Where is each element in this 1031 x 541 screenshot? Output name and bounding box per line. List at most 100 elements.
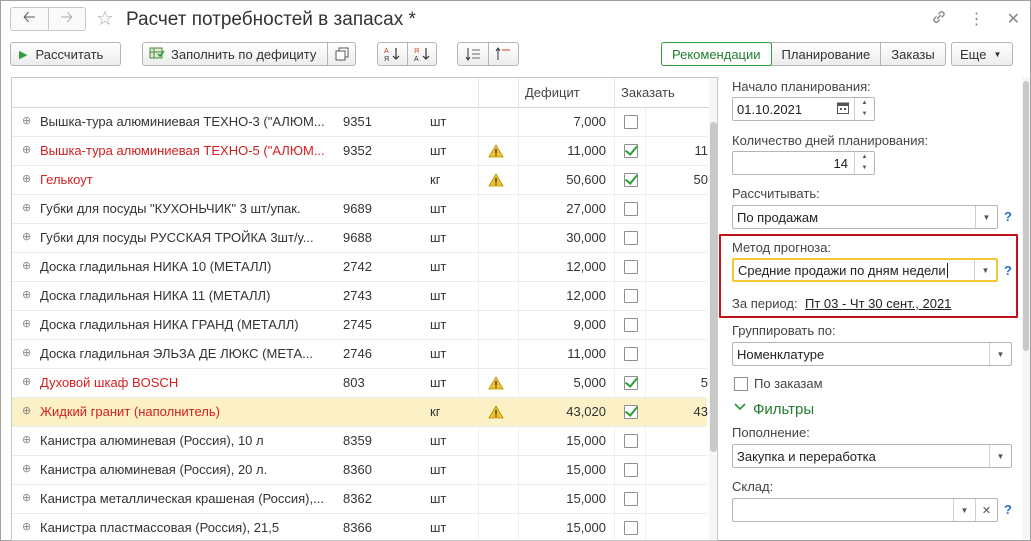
order-checkbox[interactable] bbox=[624, 463, 638, 477]
item-deficit: 50,600 bbox=[566, 172, 606, 187]
fill-deficit-group: Заполнить по дефициту bbox=[142, 42, 356, 66]
chevron-down-icon[interactable] bbox=[734, 402, 746, 415]
tab-recommendations[interactable]: Рекомендации bbox=[661, 42, 772, 66]
chevron-down-icon[interactable]: ▼ bbox=[975, 206, 997, 228]
order-checkbox[interactable] bbox=[624, 318, 638, 332]
table-row[interactable]: ⊕ Канистра металлическая крашеная (Россия… bbox=[12, 485, 707, 514]
expand-icon[interactable]: ⊕ bbox=[22, 203, 31, 214]
order-checkbox[interactable] bbox=[624, 521, 638, 535]
calendar-icon[interactable] bbox=[837, 101, 849, 117]
order-checkbox[interactable] bbox=[624, 144, 638, 158]
help-icon[interactable]: ? bbox=[1004, 263, 1012, 278]
table-row[interactable]: ⊕ Губки для посуды "КУХОНЬЧИК" 3 шт/упак.… bbox=[12, 195, 707, 224]
expand-icon[interactable]: ⊕ bbox=[22, 377, 31, 388]
table-scrollbar[interactable] bbox=[709, 78, 717, 540]
more-vertical-icon[interactable]: ⋮ bbox=[969, 9, 985, 30]
order-checkbox[interactable] bbox=[624, 434, 638, 448]
item-name: Губки для посуды "КУХОНЬЧИК" 3 шт/упак. bbox=[40, 201, 301, 216]
header-deficit[interactable]: Дефицит bbox=[518, 78, 614, 108]
table-row[interactable]: ⊕ Доска гладильная НИКА 11 (МЕТАЛЛ) 2743 шт… bbox=[12, 282, 707, 311]
sort-ascending-icon[interactable]: AЯ bbox=[378, 43, 407, 65]
svg-text:Я: Я bbox=[414, 48, 419, 55]
table-row[interactable]: ⊕ Канистра алюминевая (Россия), 10 л 8359 ш… bbox=[12, 427, 707, 456]
fill-deficit-button[interactable]: Заполнить по дефициту bbox=[143, 43, 327, 65]
table-row[interactable]: ⊕ Доска гладильная ЭЛЬЗА ДЕ ЛЮКС (МЕТА...… bbox=[12, 340, 707, 369]
order-checkbox[interactable] bbox=[624, 347, 638, 361]
order-checkbox[interactable] bbox=[624, 376, 638, 390]
tab-planning[interactable]: Планирование bbox=[770, 43, 881, 65]
table-row[interactable]: ⊕ Жидкий гранит (наполнитель) кг 43,020 43 bbox=[12, 398, 708, 427]
link-icon[interactable] bbox=[931, 9, 947, 30]
forecast-method-select[interactable]: Средние продажи по дням недели ▼ bbox=[732, 258, 998, 282]
table-scrollbar-thumb[interactable] bbox=[710, 122, 717, 452]
expand-icon[interactable]: ⊕ bbox=[22, 464, 31, 475]
sort-descending-icon[interactable]: ЯA bbox=[406, 43, 436, 65]
expand-icon[interactable]: ⊕ bbox=[22, 290, 31, 301]
table-row[interactable]: ⊕ Доска гладильная НИКА ГРАНД (МЕТАЛЛ) 274… bbox=[12, 311, 707, 340]
order-checkbox[interactable] bbox=[624, 492, 638, 506]
expand-icon[interactable]: ⊕ bbox=[22, 174, 31, 185]
clear-icon[interactable]: ✕ bbox=[975, 499, 997, 521]
start-date-field[interactable]: 01.10.2021 ▲ ▼ bbox=[732, 97, 875, 121]
copy-icon[interactable] bbox=[327, 43, 355, 65]
table-row[interactable]: ⊕ Канистра пластмассовая (Россия), 21,5 83… bbox=[12, 514, 707, 540]
help-icon[interactable]: ? bbox=[1004, 209, 1012, 224]
back-arrow-icon[interactable]: 🡠 bbox=[11, 8, 48, 30]
chevron-down-icon[interactable]: ▼ bbox=[974, 260, 996, 280]
item-deficit: 30,000 bbox=[566, 230, 606, 245]
list-expand-icon[interactable] bbox=[458, 43, 488, 65]
stepper-icon[interactable]: ▲ ▼ bbox=[854, 98, 874, 120]
table-row[interactable]: ⊕ Вышка-тура алюминиевая ТЕХНО-5 ("АЛЮМ..… bbox=[12, 137, 708, 166]
table-row[interactable]: ⊕ Губки для посуды РУССКАЯ ТРОЙКА 3шт/у..… bbox=[12, 224, 707, 253]
table-row[interactable]: ⊕ Канистра алюминевая (Россия), 20 л. 8360… bbox=[12, 456, 707, 485]
chevron-down-icon[interactable]: ▼ bbox=[989, 343, 1011, 365]
more-button[interactable]: Еще ▼ bbox=[951, 42, 1013, 66]
table-row[interactable]: ⊕ Гелькоут кг 50,600 50 bbox=[12, 166, 708, 195]
expand-icon[interactable]: ⊕ bbox=[22, 522, 31, 533]
tab-orders[interactable]: Заказы bbox=[880, 43, 944, 65]
period-link[interactable]: Пт 03 - Чт 30 сент., 2021 bbox=[805, 296, 951, 311]
expand-icon[interactable]: ⊕ bbox=[22, 232, 31, 243]
panel-scrollbar[interactable] bbox=[1022, 77, 1030, 539]
order-checkbox[interactable] bbox=[624, 260, 638, 274]
warehouse-select[interactable]: ▼ ✕ bbox=[732, 498, 998, 522]
nav-buttons: 🡠 🡢 bbox=[10, 7, 86, 31]
expand-icon[interactable]: ⊕ bbox=[22, 435, 31, 446]
group-by-select[interactable]: Номенклатуре ▼ bbox=[732, 342, 1012, 366]
expand-icon[interactable]: ⊕ bbox=[22, 116, 31, 127]
item-name: Канистра металлическая крашеная (Россия)… bbox=[40, 491, 324, 506]
expand-icon[interactable]: ⊕ bbox=[22, 406, 31, 417]
calc-by-select[interactable]: По продажам ▼ bbox=[732, 205, 998, 229]
expand-icon[interactable]: ⊕ bbox=[22, 145, 31, 156]
header-order[interactable]: Заказать bbox=[614, 78, 709, 108]
replenish-select[interactable]: Закупка и переработка ▼ bbox=[732, 444, 1012, 468]
expand-icon[interactable]: ⊕ bbox=[22, 493, 31, 504]
favorite-star-icon[interactable]: ☆ bbox=[96, 6, 114, 31]
days-stepper-icon[interactable]: ▲ ▼ bbox=[854, 152, 874, 174]
calculate-button[interactable]: ▶ Рассчитать bbox=[10, 42, 121, 66]
close-icon[interactable]: ✕ bbox=[1007, 9, 1020, 30]
chevron-down-icon[interactable]: ▼ bbox=[989, 445, 1011, 467]
days-field[interactable]: 14 ▲ ▼ bbox=[732, 151, 875, 175]
help-icon[interactable]: ? bbox=[1004, 502, 1012, 517]
item-unit: кг bbox=[430, 404, 441, 419]
by-orders-checkbox[interactable] bbox=[734, 377, 748, 391]
forward-arrow-icon[interactable]: 🡢 bbox=[47, 8, 86, 30]
panel-scrollbar-thumb[interactable] bbox=[1023, 81, 1029, 351]
order-checkbox[interactable] bbox=[624, 173, 638, 187]
order-checkbox[interactable] bbox=[624, 202, 638, 216]
order-checkbox[interactable] bbox=[624, 405, 638, 419]
order-checkbox[interactable] bbox=[624, 231, 638, 245]
expand-icon[interactable]: ⊕ bbox=[22, 261, 31, 272]
order-checkbox[interactable] bbox=[624, 115, 638, 129]
table-row[interactable]: ⊕ Доска гладильная НИКА 10 (МЕТАЛЛ) 2742 шт… bbox=[12, 253, 707, 282]
list-collapse-icon[interactable] bbox=[487, 43, 518, 65]
table-row[interactable]: ⊕ Вышка-тура алюминиевая ТЕХНО-3 ("АЛЮМ..… bbox=[12, 108, 707, 137]
chevron-down-icon[interactable]: ▼ bbox=[953, 499, 975, 521]
expand-icon[interactable]: ⊕ bbox=[22, 319, 31, 330]
table-row[interactable]: ⊕ Духовой шкаф BOSCH 803 шт 5,000 5 bbox=[12, 369, 708, 398]
item-order-qty: 43 bbox=[693, 404, 708, 419]
expand-icon[interactable]: ⊕ bbox=[22, 348, 31, 359]
filters-header[interactable]: Фильтры bbox=[753, 401, 814, 418]
order-checkbox[interactable] bbox=[624, 289, 638, 303]
